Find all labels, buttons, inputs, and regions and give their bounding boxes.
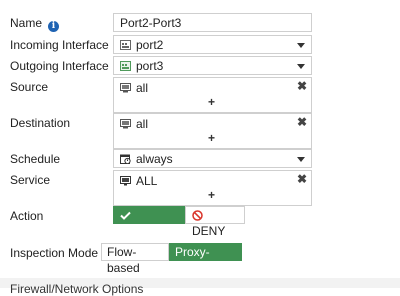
- name-label: Name: [10, 16, 43, 30]
- name-input[interactable]: [113, 13, 312, 32]
- chevron-down-icon: [297, 64, 305, 69]
- source-label: Source: [10, 80, 49, 94]
- destination-value: all: [136, 117, 149, 131]
- source-field[interactable]: all ✖ +: [113, 77, 312, 113]
- outgoing-interface-select[interactable]: port3: [113, 56, 312, 75]
- remove-icon[interactable]: ✖: [297, 115, 307, 129]
- remove-icon[interactable]: ✖: [297, 79, 307, 93]
- section-title: Firewall/Network Options: [10, 282, 144, 296]
- service-label: Service: [10, 173, 51, 187]
- chevron-down-icon: [297, 157, 305, 162]
- add-destination-button[interactable]: +: [208, 131, 215, 145]
- name-label-row: Name i: [10, 16, 60, 32]
- incoming-interface-label: Incoming Interface: [10, 38, 109, 52]
- source-value: all: [136, 81, 149, 95]
- outgoing-interface-label: Outgoing Interface: [10, 59, 109, 73]
- address-icon: [120, 83, 131, 93]
- address-icon: [120, 119, 131, 129]
- action-label: Action: [10, 209, 44, 223]
- service-field[interactable]: ALL ✖ +: [113, 170, 312, 206]
- port-green-icon: [120, 61, 131, 71]
- incoming-interface-value: port2: [136, 38, 164, 52]
- remove-icon[interactable]: ✖: [297, 172, 307, 186]
- checkmark-icon: [120, 211, 131, 220]
- schedule-label: Schedule: [10, 152, 61, 166]
- accept-button[interactable]: ACCEPT: [113, 206, 185, 238]
- accept-label: ACCEPT: [120, 224, 169, 238]
- deny-label: DENY: [192, 224, 226, 238]
- flow-based-toggle[interactable]: Flow-based: [101, 243, 169, 275]
- deny-button[interactable]: DENY: [185, 206, 245, 238]
- calendar-clock-icon: [120, 154, 131, 164]
- incoming-interface-select[interactable]: port2: [113, 35, 312, 54]
- schedule-select[interactable]: always: [113, 149, 312, 168]
- service-icon: [120, 176, 131, 186]
- info-icon[interactable]: i: [48, 21, 60, 32]
- schedule-value: always: [136, 152, 173, 166]
- proxy-based-toggle[interactable]: Proxy-based: [169, 243, 242, 275]
- port-icon: [120, 40, 131, 50]
- inspection-mode-label: Inspection Mode: [10, 246, 99, 260]
- add-source-button[interactable]: +: [208, 95, 215, 109]
- chevron-down-icon: [297, 43, 305, 48]
- add-service-button[interactable]: +: [208, 188, 215, 202]
- outgoing-interface-value: port3: [136, 59, 164, 73]
- service-value: ALL: [136, 174, 158, 188]
- deny-icon: [192, 210, 203, 221]
- destination-field[interactable]: all ✖ +: [113, 113, 312, 149]
- destination-label: Destination: [10, 116, 71, 130]
